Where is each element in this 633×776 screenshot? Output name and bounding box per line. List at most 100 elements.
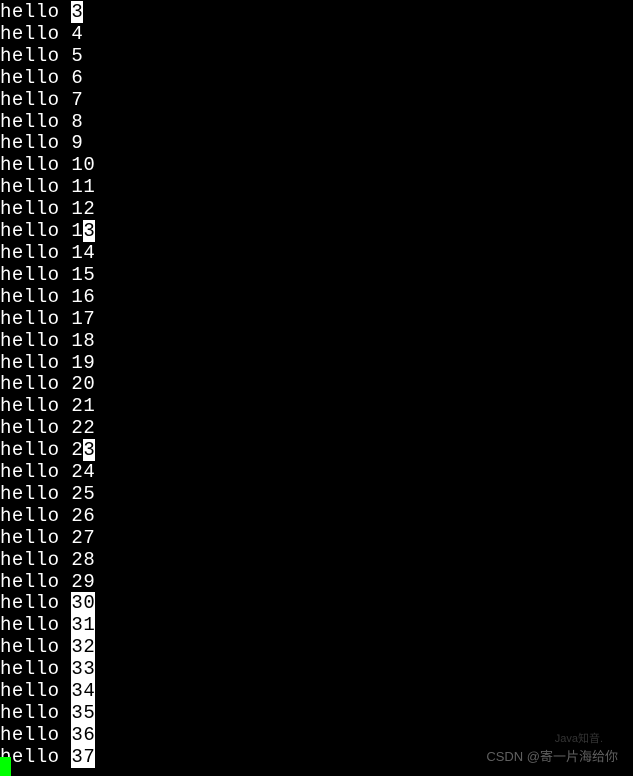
line-number: 29 [71,571,95,593]
terminal-line: hello 14 [0,243,633,265]
terminal-line: hello 27 [0,528,633,550]
terminal-cursor [0,757,11,776]
terminal-line: hello 23 [0,440,633,462]
line-prefix: hello [0,527,71,549]
line-number: 22 [71,417,95,439]
line-prefix: hello [0,373,71,395]
line-number: 14 [71,242,95,264]
line-prefix: hello [0,505,71,527]
terminal-line: hello 35 [0,703,633,725]
terminal-line: hello 20 [0,374,633,396]
line-prefix: hello [0,483,71,505]
terminal-line: hello 12 [0,199,633,221]
line-number: 10 [71,154,95,176]
line-prefix: hello [0,461,71,483]
line-number: 11 [71,176,95,198]
line-prefix: hello [0,242,71,264]
line-number: 18 [71,330,95,352]
line-prefix: hello [0,154,71,176]
line-prefix: hello [0,23,71,45]
line-prefix: hello [0,352,71,374]
terminal-line: hello 18 [0,331,633,353]
line-number-highlighted: 30 [71,592,95,614]
terminal-line: hello 5 [0,46,633,68]
terminal-line: hello 10 [0,155,633,177]
line-number: 4 [71,23,83,45]
line-number: 25 [71,483,95,505]
line-number-highlighted-digit: 3 [83,439,95,461]
line-prefix: hello [0,89,71,111]
line-prefix: hello [0,636,71,658]
terminal-line: hello 3 [0,2,633,24]
line-number: 21 [71,395,95,417]
line-prefix: hello [0,724,71,746]
line-prefix: hello [0,702,71,724]
terminal-line: hello 17 [0,309,633,331]
line-prefix: hello [0,198,71,220]
line-number: 9 [71,132,83,154]
line-number-highlighted: 3 [71,1,83,23]
watermark-main: CSDN @寄一片海给你 [486,746,618,768]
line-number: 24 [71,461,95,483]
line-number: 26 [71,505,95,527]
line-number-highlighted-digit: 3 [83,220,95,242]
line-number: 7 [71,89,83,111]
terminal-line: hello 25 [0,484,633,506]
line-number: 6 [71,67,83,89]
line-number-highlighted: 32 [71,636,95,658]
terminal-line: hello 13 [0,221,633,243]
terminal-line: hello 7 [0,90,633,112]
line-number-pre: 2 [71,439,83,461]
terminal-line: hello 33 [0,659,633,681]
terminal-line: hello 29 [0,572,633,594]
line-prefix: hello [0,176,71,198]
line-prefix: hello [0,111,71,133]
terminal-line: hello 24 [0,462,633,484]
terminal-line: hello 26 [0,506,633,528]
terminal-line: hello 28 [0,550,633,572]
line-number-highlighted: 34 [71,680,95,702]
line-number: 16 [71,286,95,308]
terminal-line: hello 36 [0,725,633,747]
line-number: 5 [71,45,83,67]
line-prefix: hello [0,395,71,417]
line-prefix: hello [0,571,71,593]
line-prefix: hello [0,45,71,67]
line-prefix: hello [0,67,71,89]
line-number: 20 [71,373,95,395]
line-number: 17 [71,308,95,330]
line-number-highlighted: 33 [71,658,95,680]
terminal-line: hello 16 [0,287,633,309]
line-prefix: hello [0,220,71,242]
line-number: 19 [71,352,95,374]
terminal-line: hello 19 [0,353,633,375]
terminal-line: hello 6 [0,68,633,90]
line-number-highlighted: 37 [71,746,95,768]
terminal-line: hello 32 [0,637,633,659]
line-prefix: hello [0,308,71,330]
terminal-line: hello 11 [0,177,633,199]
terminal-line: hello 30 [0,593,633,615]
line-number-highlighted: 31 [71,614,95,636]
line-number: 15 [71,264,95,286]
terminal-line: hello 21 [0,396,633,418]
terminal-line: hello 22 [0,418,633,440]
line-number: 27 [71,527,95,549]
line-number: 12 [71,198,95,220]
line-prefix: hello [0,658,71,680]
terminal-line: hello 4 [0,24,633,46]
line-prefix: hello [0,1,71,23]
line-prefix: hello [0,264,71,286]
line-prefix: hello [0,680,71,702]
line-prefix: hello [0,330,71,352]
terminal-output: hello 3hello 4hello 5hello 6hello 7hello… [0,2,633,769]
line-number: 8 [71,111,83,133]
line-prefix: hello [0,592,71,614]
line-number: 28 [71,549,95,571]
line-prefix: hello [0,549,71,571]
line-number-highlighted: 35 [71,702,95,724]
terminal-line: hello 9 [0,133,633,155]
terminal-line: hello 15 [0,265,633,287]
line-prefix: hello [0,614,71,636]
line-prefix: hello [0,286,71,308]
